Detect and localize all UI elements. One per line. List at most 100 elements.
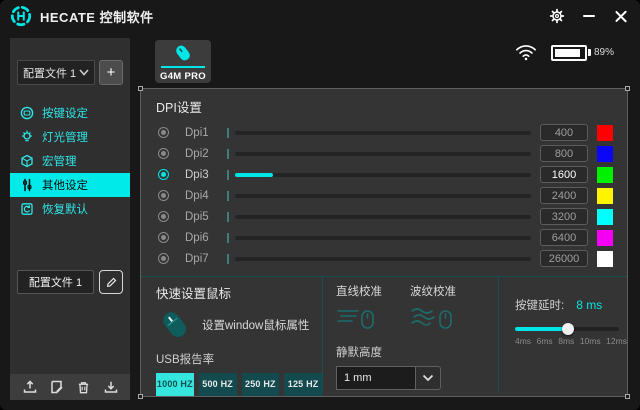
dpi3-label: Dpi3 bbox=[185, 168, 209, 181]
app-window: HECATE 控制软件 配置文件 1 + 按键设定 灯光管理 宏管理 其他设定 … bbox=[0, 0, 640, 410]
dpi4-value-input[interactable]: 2400 bbox=[540, 187, 588, 205]
line-calibration-icon bbox=[337, 309, 374, 329]
app-title: HECATE 控制软件 bbox=[40, 9, 154, 25]
lightbulb-icon bbox=[21, 130, 33, 142]
dpi7-color-swatch[interactable] bbox=[597, 250, 613, 267]
upload-icon bbox=[23, 380, 36, 393]
dpi4-radio[interactable] bbox=[158, 190, 169, 202]
sidebar: 配置文件 1 + 按键设定 灯光管理 宏管理 其他设定 恢复默认 配置文件 1 bbox=[10, 38, 130, 400]
pencil-icon bbox=[106, 277, 116, 287]
export-profile-button[interactable] bbox=[20, 377, 40, 397]
dpi5-value-input[interactable]: 3200 bbox=[540, 208, 588, 226]
rate-500hz-button[interactable]: 500 HZ bbox=[198, 372, 237, 396]
dpi1-radio[interactable] bbox=[158, 127, 169, 139]
sidebar-menu: 按键设定 灯光管理 宏管理 其他设定 恢复默认 bbox=[10, 101, 130, 221]
dpi6-color-swatch[interactable] bbox=[597, 229, 613, 246]
dpi2-value-input[interactable]: 800 bbox=[540, 145, 588, 163]
line-calibration-toggle[interactable]: 直线校准 bbox=[336, 283, 382, 336]
sidebar-item-label: 其他设定 bbox=[42, 180, 88, 192]
tab-active-underline bbox=[161, 66, 205, 68]
sidebar-item-macro[interactable]: 宏管理 bbox=[10, 149, 130, 173]
dpi3-slider[interactable] bbox=[235, 172, 531, 177]
battery-indicator: 89% bbox=[550, 44, 614, 61]
usb-rate-label: USB报告率 bbox=[156, 353, 215, 366]
dpi5-label: Dpi5 bbox=[185, 210, 209, 223]
lod-chevron-button[interactable] bbox=[416, 365, 441, 390]
lod-select[interactable]: 1 mm bbox=[336, 365, 416, 390]
dpi-row-2: Dpi2 800 bbox=[158, 145, 613, 163]
add-profile-button[interactable]: + bbox=[99, 60, 123, 85]
line-calibration-label: 直线校准 bbox=[336, 285, 382, 298]
dpi-row-1: Dpi1 400 bbox=[158, 124, 613, 142]
download-icon bbox=[104, 381, 117, 393]
sidebar-item-other-settings[interactable]: 其他设定 bbox=[10, 173, 130, 197]
dpi7-radio[interactable] bbox=[158, 253, 169, 265]
dpi1-label: Dpi1 bbox=[185, 126, 209, 139]
sidebar-item-label: 恢复默认 bbox=[42, 204, 88, 216]
dpi-row-3: Dpi3 1600 bbox=[158, 166, 613, 184]
dpi7-label: Dpi7 bbox=[185, 252, 209, 265]
sidebar-item-restore-defaults[interactable]: 恢复默认 bbox=[10, 197, 130, 221]
dpi4-slider[interactable] bbox=[235, 193, 531, 198]
key-delay-ticks: 4ms 6ms 8ms 10ms 12ms bbox=[515, 335, 627, 346]
sidebar-footer bbox=[10, 374, 130, 400]
profile-dropdown-value: 配置文件 1 bbox=[23, 67, 77, 80]
usb-rate-buttons: 1000 HZ 500 HZ 250 HZ 125 HZ bbox=[156, 372, 322, 396]
dpi1-slider[interactable] bbox=[235, 130, 531, 135]
windows-mouse-properties-button[interactable]: 设置window鼠标属性 bbox=[156, 308, 322, 342]
sidebar-item-lighting[interactable]: 灯光管理 bbox=[10, 125, 130, 149]
dpi6-radio[interactable] bbox=[158, 232, 169, 244]
sliders-icon bbox=[23, 178, 32, 192]
key-delay-label: 按键延时: bbox=[515, 299, 565, 312]
mouse-icon bbox=[176, 45, 190, 61]
dpi6-label: Dpi6 bbox=[185, 231, 209, 244]
mouse-settings-icon bbox=[163, 311, 187, 337]
sidebar-item-label: 宏管理 bbox=[42, 156, 77, 168]
titlebar: HECATE 控制软件 bbox=[0, 0, 640, 32]
rate-1000hz-button[interactable]: 1000 HZ bbox=[156, 372, 194, 396]
sidebar-item-button-settings[interactable]: 按键设定 bbox=[10, 101, 130, 125]
ripple-calibration-toggle[interactable]: 波纹校准 bbox=[410, 283, 456, 336]
dpi4-color-swatch[interactable] bbox=[597, 187, 613, 204]
dpi2-color-swatch[interactable] bbox=[597, 145, 613, 162]
dpi1-color-swatch[interactable] bbox=[597, 124, 613, 141]
rate-250hz-button[interactable]: 250 HZ bbox=[241, 372, 280, 396]
rate-125hz-button[interactable]: 125 HZ bbox=[284, 372, 322, 396]
dpi3-radio[interactable] bbox=[158, 169, 169, 181]
dpi-row-5: Dpi5 3200 bbox=[158, 208, 613, 226]
dpi3-color-swatch[interactable] bbox=[597, 166, 613, 183]
trash-icon bbox=[78, 381, 89, 393]
device-tab-label: G4M PRO bbox=[160, 71, 206, 82]
profile-name-field[interactable]: 配置文件 1 bbox=[17, 270, 94, 294]
delete-profile-button[interactable] bbox=[74, 377, 94, 397]
dpi2-label: Dpi2 bbox=[185, 147, 209, 160]
key-delay-slider-handle[interactable] bbox=[562, 322, 575, 335]
macro-cube-icon bbox=[21, 154, 33, 168]
quick-settings-title: 快速设置鼠标 bbox=[156, 286, 232, 301]
dpi7-slider[interactable] bbox=[235, 256, 531, 261]
dpi6-value-input[interactable]: 6400 bbox=[540, 229, 588, 247]
dpi5-slider[interactable] bbox=[235, 214, 531, 219]
rename-profile-button[interactable] bbox=[99, 270, 123, 294]
key-delay-slider[interactable] bbox=[515, 322, 619, 335]
dpi-row-7: Dpi7 26000 bbox=[158, 250, 613, 268]
dpi2-slider[interactable] bbox=[235, 151, 531, 156]
dpi1-value-input[interactable]: 400 bbox=[540, 124, 588, 142]
device-tab-g4m-pro[interactable]: G4M PRO bbox=[155, 40, 211, 83]
minimize-button[interactable] bbox=[580, 7, 598, 25]
key-delay-value: 8 ms bbox=[576, 297, 603, 312]
dpi5-radio[interactable] bbox=[158, 211, 169, 223]
dpi2-radio[interactable] bbox=[158, 148, 169, 160]
close-button[interactable] bbox=[612, 7, 630, 25]
settings-gear-icon[interactable] bbox=[548, 7, 566, 25]
dpi7-value-input[interactable]: 26000 bbox=[540, 250, 588, 268]
profile-dropdown[interactable]: 配置文件 1 bbox=[17, 60, 95, 85]
import-profile-button[interactable] bbox=[101, 377, 121, 397]
dpi3-value-input[interactable]: 1600 bbox=[540, 166, 588, 184]
dpi6-slider[interactable] bbox=[235, 235, 531, 240]
dpi5-color-swatch[interactable] bbox=[597, 208, 613, 225]
dpi4-label: Dpi4 bbox=[185, 189, 209, 202]
save-profile-button[interactable] bbox=[47, 377, 67, 397]
dpi-row-4: Dpi4 2400 bbox=[158, 187, 613, 205]
chevron-down-icon bbox=[422, 374, 434, 381]
